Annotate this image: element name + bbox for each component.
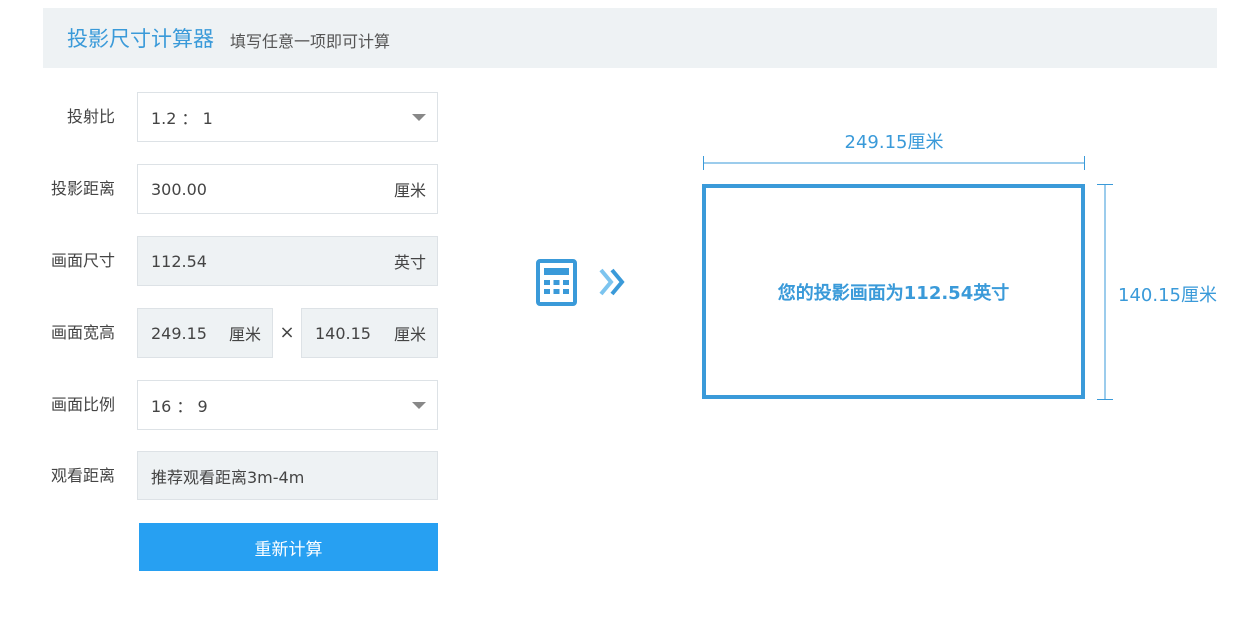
width-dimension-line — [703, 156, 1085, 170]
screen-width-value: 249.15 — [151, 323, 207, 343]
throw-ratio-row: 投射比 1.2 ： 1 — [0, 92, 440, 142]
viewing-distance-field: 推荐观看距离3m-4m — [137, 451, 438, 500]
aspect-ratio-label: 画面比例 — [50, 395, 115, 414]
result-height-text: 140.15厘米 — [1118, 285, 1217, 306]
screen-size-label: 画面尺寸 — [50, 251, 115, 270]
aspect-ratio-row: 画面比例 16 ： 9 — [0, 380, 440, 430]
double-chevron-right-icon — [599, 268, 625, 296]
screen-size-input[interactable]: 112.54 英寸 — [137, 236, 438, 286]
page-subtitle: 填写任意一项即可计算 — [230, 31, 391, 51]
throw-ratio-label: 投射比 — [66, 107, 115, 126]
viewing-distance-label: 观看距离 — [50, 466, 115, 485]
screen-height-input[interactable]: 140.15 厘米 — [301, 308, 438, 358]
caret-down-icon — [412, 113, 426, 121]
distance-row: 投影距离 300.00 厘米 — [0, 164, 440, 214]
screen-height-unit: 厘米 — [393, 325, 426, 344]
page-header: 投影尺寸计算器 填写任意一项即可计算 — [43, 8, 1217, 68]
caret-down-icon — [412, 401, 426, 409]
recalculate-button[interactable]: 重新计算 — [139, 523, 438, 571]
viewing-distance-row: 观看距离 推荐观看距离3m-4m — [0, 451, 440, 501]
throw-ratio-select[interactable]: 1.2 ： 1 — [137, 92, 438, 142]
result-width-text: 249.15厘米 — [844, 132, 944, 153]
viewing-distance-value: 推荐观看距离3m-4m — [151, 467, 305, 487]
times-sign: × — [279, 322, 295, 343]
screen-dims-row: 画面宽高 249.15 厘米 × 140.15 厘米 — [0, 308, 440, 358]
screen-size-row: 画面尺寸 112.54 英寸 — [0, 236, 440, 286]
page-title: 投影尺寸计算器 — [67, 27, 214, 51]
aspect-ratio-select[interactable]: 16 ： 9 — [137, 380, 438, 430]
screen-width-input[interactable]: 249.15 厘米 — [137, 308, 273, 358]
screen-width-unit: 厘米 — [228, 325, 261, 344]
distance-label: 投影距离 — [50, 179, 115, 198]
distance-input[interactable]: 300.00 厘米 — [137, 164, 438, 214]
aspect-ratio-value: 16 ： 9 — [151, 397, 208, 416]
throw-ratio-value: 1.2 ： 1 — [151, 109, 213, 128]
height-dimension-line — [1097, 184, 1113, 400]
distance-value: 300.00 — [151, 179, 207, 199]
screen-height-value: 140.15 — [315, 323, 371, 343]
screen-size-unit: 英寸 — [393, 253, 426, 272]
calculator-icon — [536, 259, 577, 306]
screen-dims-label: 画面宽高 — [50, 323, 115, 342]
distance-unit: 厘米 — [393, 181, 426, 200]
projection-screen-preview: 您的投影画面为112.54英寸 — [702, 184, 1085, 399]
result-message: 您的投影画面为112.54英寸 — [777, 282, 1010, 304]
screen-size-value: 112.54 — [151, 251, 207, 271]
